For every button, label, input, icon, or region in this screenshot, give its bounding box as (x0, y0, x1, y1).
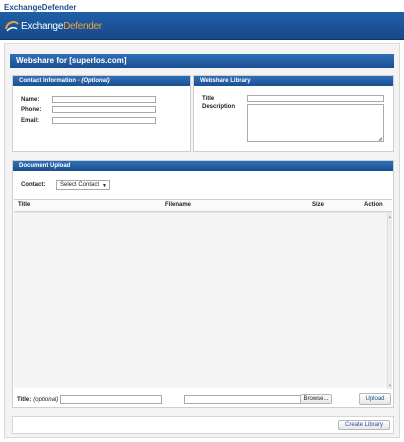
name-label: Name: (21, 96, 40, 103)
contact-select-value: Select Contact (60, 182, 100, 188)
email-row: Email: (21, 117, 156, 124)
name-row: Name: (21, 96, 156, 103)
upload-title-field[interactable] (60, 395, 163, 404)
exchangedefender-logo: ExchangeDefender (4, 17, 102, 35)
upload-panel-header: Document Upload (13, 161, 393, 171)
logo-text: ExchangeDefender (21, 21, 102, 32)
column-size[interactable]: Size (312, 202, 324, 208)
chevron-down-icon: ▼ (102, 183, 107, 189)
library-panel-header: Webshare Library (194, 76, 393, 86)
email-label: Email: (21, 117, 40, 124)
logo-exchange: Exchange (21, 20, 64, 32)
contact-panel-header: Contact Information - (Optional) (13, 76, 190, 86)
contact-heading: Contact Information - (19, 78, 82, 84)
column-action[interactable]: Action (364, 202, 383, 208)
upload-title-row: Title: (optional) (17, 395, 163, 404)
contact-heading-note: (Optional) (81, 78, 110, 84)
create-library-button[interactable]: Create Library (338, 420, 390, 430)
resize-grip-icon[interactable]: ◢ (378, 136, 382, 142)
document-table: Title Filename Size Action ▲ ▼ (14, 199, 392, 389)
column-title[interactable]: Title (18, 202, 30, 208)
scroll-down-icon[interactable]: ▼ (388, 383, 392, 388)
logo-defender: Defender (63, 20, 102, 32)
table-body: ▲ ▼ (14, 212, 392, 389)
document-upload-panel: Document Upload Contact: Select Contact … (12, 160, 394, 408)
contact-information-panel: Contact Information - (Optional) Name: P… (12, 75, 191, 152)
contact-select[interactable]: Select Contact ▼ (56, 180, 110, 190)
upload-button[interactable]: Upload (359, 393, 391, 405)
upload-title-label: Title: (17, 396, 32, 403)
footer-actions: Create Library (12, 416, 394, 434)
phone-label: Phone: (21, 106, 42, 113)
scroll-up-icon[interactable]: ▲ (388, 214, 392, 219)
table-header: Title Filename Size Action (14, 200, 392, 212)
app-title: ExchangeDefender (4, 3, 77, 12)
library-title-field[interactable] (247, 95, 384, 102)
contact-select-label: Contact: (21, 182, 46, 188)
brand-header: ExchangeDefender (0, 12, 404, 40)
phone-row: Phone: (21, 106, 156, 113)
file-path-field[interactable] (184, 395, 301, 404)
page-title: Webshare for [superlos.com] (10, 54, 394, 68)
table-scrollbar[interactable]: ▲ ▼ (387, 213, 392, 389)
webshare-library-panel: Webshare Library Title Description ◢ (193, 75, 394, 152)
browse-button[interactable]: Browse... (300, 394, 332, 404)
library-description-label: Description (202, 104, 236, 110)
library-description-field[interactable] (247, 104, 384, 142)
library-title-label: Title (202, 96, 215, 102)
email-field[interactable] (52, 117, 156, 124)
phone-field[interactable] (52, 106, 156, 113)
name-field[interactable] (52, 96, 156, 103)
upload-title-note: (optional) (33, 396, 59, 403)
column-filename[interactable]: Filename (165, 202, 191, 208)
logo-swirl-icon (5, 20, 19, 32)
